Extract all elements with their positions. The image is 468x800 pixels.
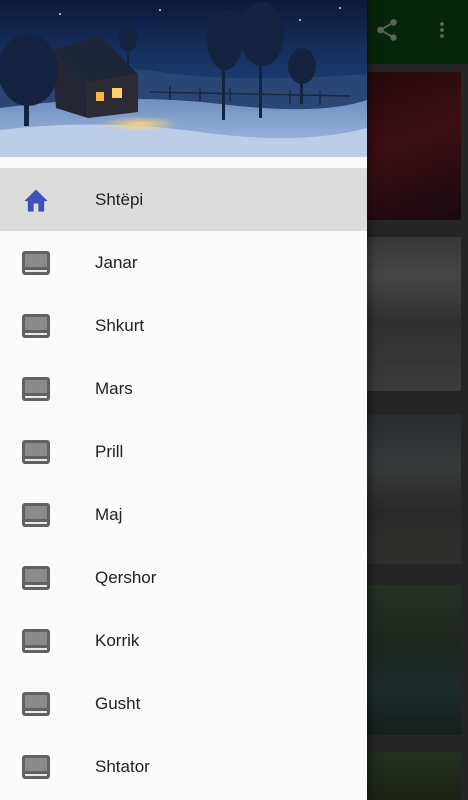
menu-item-february[interactable]: Shkurt xyxy=(0,294,367,357)
menu-item-label: Shtëpi xyxy=(95,189,144,209)
menu-item-april[interactable]: Prill xyxy=(0,420,367,483)
tray-icon xyxy=(21,313,51,339)
tray-icon xyxy=(21,628,51,654)
tray-icon xyxy=(21,754,51,780)
menu-item-label: Qershor xyxy=(95,567,157,587)
menu-item-label: Mars xyxy=(95,378,133,398)
navigation-drawer: Shtëpi Janar Shkurt Mars Prill Maj Qersh… xyxy=(0,0,367,800)
menu-item-label: Prill xyxy=(95,441,124,461)
tray-icon xyxy=(21,502,51,528)
menu-item-label: Korrik xyxy=(95,630,140,650)
menu-item-may[interactable]: Maj xyxy=(0,483,367,546)
menu-item-january[interactable]: Janar xyxy=(0,231,367,294)
drawer-menu-list: Shtëpi Janar Shkurt Mars Prill Maj Qersh… xyxy=(0,168,367,798)
menu-item-label: Janar xyxy=(95,252,138,272)
tray-icon xyxy=(21,565,51,591)
tray-icon xyxy=(21,376,51,402)
tray-icon xyxy=(21,250,51,276)
menu-item-label: Maj xyxy=(95,504,123,524)
tray-icon xyxy=(21,691,51,717)
menu-item-june[interactable]: Qershor xyxy=(0,546,367,609)
drawer-header-image xyxy=(0,0,367,157)
menu-item-label: Shtator xyxy=(95,756,150,776)
menu-item-label: Gusht xyxy=(95,693,141,713)
menu-item-label: Shkurt xyxy=(95,315,145,335)
menu-item-august[interactable]: Gusht xyxy=(0,672,367,735)
menu-item-march[interactable]: Mars xyxy=(0,357,367,420)
menu-item-september[interactable]: Shtator xyxy=(0,735,367,798)
home-icon xyxy=(21,187,51,213)
tray-icon xyxy=(21,439,51,465)
menu-item-july[interactable]: Korrik xyxy=(0,609,367,672)
menu-item-home[interactable]: Shtëpi xyxy=(0,168,367,231)
